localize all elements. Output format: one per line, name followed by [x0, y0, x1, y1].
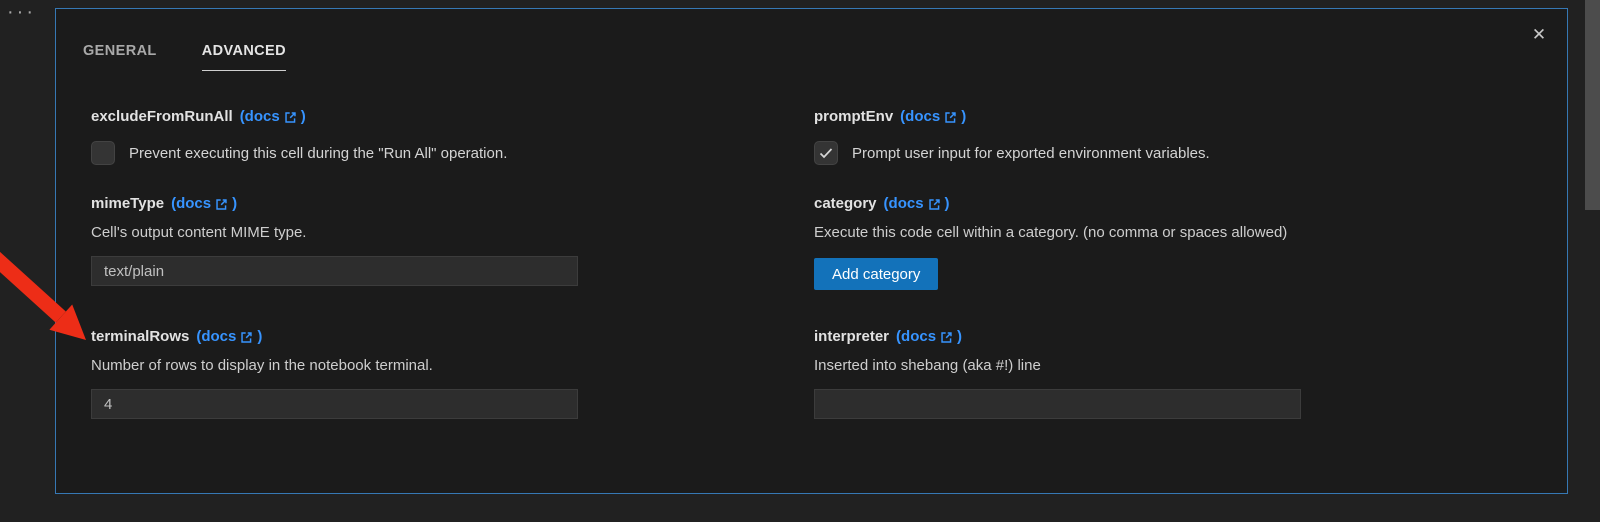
- checkbox-label: Prevent executing this cell during the "…: [129, 145, 507, 162]
- editor-background: { "page": { "more_actions": "···" }, "di…: [0, 0, 1600, 522]
- docs-link[interactable]: (docs ): [240, 108, 306, 125]
- setting-promptenv: promptEnv (docs ) Prompt user input for …: [814, 108, 1301, 165]
- setting-excludefromrunall: excludeFromRunAll (docs ) Prevent execut…: [91, 108, 578, 165]
- tab-bar: GENERAL ADVANCED: [83, 43, 286, 71]
- checkmark-icon: [818, 145, 834, 161]
- docs-link[interactable]: (docs ): [196, 328, 262, 345]
- scrollbar-track[interactable]: [1584, 0, 1600, 522]
- scrollbar-thumb[interactable]: [1585, 0, 1600, 210]
- external-link-icon: [284, 111, 297, 124]
- setting-name: promptEnv: [814, 108, 893, 125]
- setting-terminalrows: terminalRows (docs ) Number of rows to d…: [91, 328, 578, 419]
- mimetype-input[interactable]: [91, 256, 578, 286]
- promptenv-checkbox[interactable]: [814, 141, 838, 165]
- docs-link[interactable]: (docs ): [171, 195, 237, 212]
- external-link-icon: [215, 198, 228, 211]
- setting-name: interpreter: [814, 328, 889, 345]
- setting-name: category: [814, 195, 877, 212]
- setting-description: Inserted into shebang (aka #!) line: [814, 357, 1301, 374]
- external-link-icon: [240, 331, 253, 344]
- add-category-button[interactable]: Add category: [814, 258, 938, 290]
- setting-description: Cell's output content MIME type.: [91, 224, 578, 241]
- setting-description: Execute this code cell within a category…: [814, 224, 1301, 241]
- external-link-icon: [928, 198, 941, 211]
- checkbox-label: Prompt user input for exported environme…: [852, 145, 1210, 162]
- setting-name: terminalRows: [91, 328, 189, 345]
- close-button[interactable]: ✕: [1527, 23, 1551, 47]
- excludefromrunall-checkbox[interactable]: [91, 141, 115, 165]
- setting-name: excludeFromRunAll: [91, 108, 233, 125]
- setting-category: category (docs ) Execute this code cell …: [814, 195, 1301, 290]
- setting-name: mimeType: [91, 195, 164, 212]
- terminalrows-input[interactable]: [91, 389, 578, 419]
- external-link-icon: [944, 111, 957, 124]
- external-link-icon: [940, 331, 953, 344]
- tab-advanced[interactable]: ADVANCED: [202, 43, 286, 71]
- more-actions-button[interactable]: ···: [7, 2, 36, 22]
- docs-link[interactable]: (docs ): [884, 195, 950, 212]
- tab-general[interactable]: GENERAL: [83, 43, 157, 71]
- cell-settings-dialog: ✕ GENERAL ADVANCED excludeFromRunAll (do…: [55, 8, 1568, 494]
- setting-interpreter: interpreter (docs ) Inserted into sheban…: [814, 328, 1301, 419]
- close-icon: ✕: [1532, 25, 1546, 45]
- docs-link[interactable]: (docs ): [900, 108, 966, 125]
- interpreter-input[interactable]: [814, 389, 1301, 419]
- setting-mimetype: mimeType (docs ) Cell's output content M…: [91, 195, 578, 286]
- docs-link[interactable]: (docs ): [896, 328, 962, 345]
- setting-description: Number of rows to display in the noteboo…: [91, 357, 578, 374]
